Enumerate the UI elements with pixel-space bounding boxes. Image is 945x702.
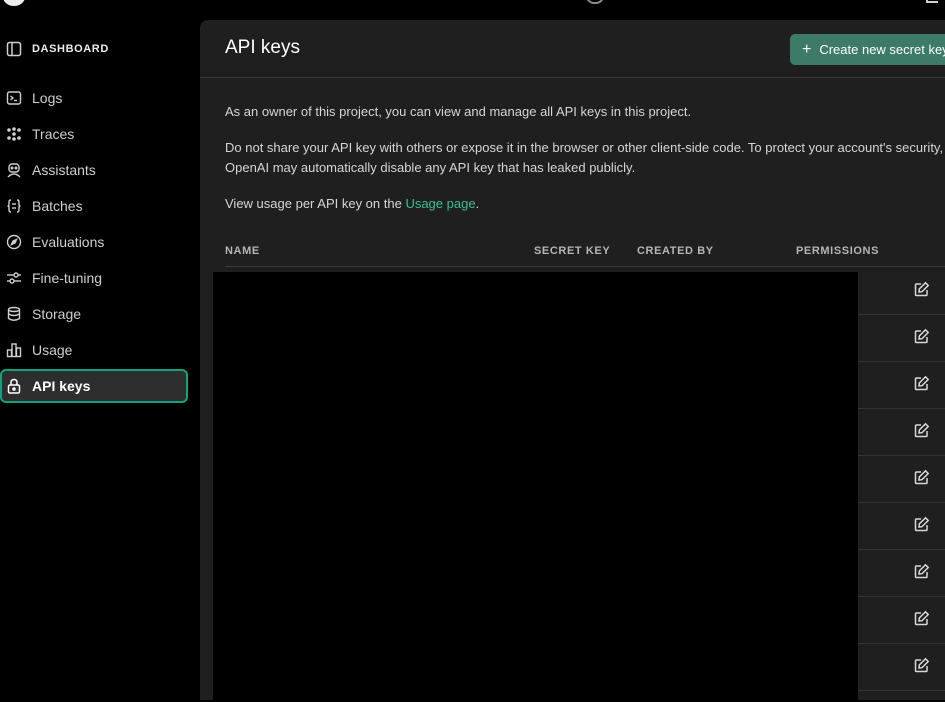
table-row-divider xyxy=(858,502,945,503)
table-row-divider xyxy=(858,408,945,409)
edit-key-button[interactable] xyxy=(912,655,932,675)
robot-icon xyxy=(6,162,22,178)
table-row-divider xyxy=(858,690,945,691)
edit-icon xyxy=(914,610,930,626)
create-button-label: Create new secret key xyxy=(819,42,945,57)
usage-page-link[interactable]: Usage page xyxy=(405,196,475,211)
sidebar-item-evaluations[interactable]: Evaluations xyxy=(0,225,188,259)
column-header-secret-key[interactable]: SECRET KEY xyxy=(534,245,610,257)
edit-icon xyxy=(914,328,930,344)
plus-icon: + xyxy=(802,40,812,58)
sidebar-panel-icon[interactable] xyxy=(6,41,22,57)
sidebar-item-storage[interactable]: Storage xyxy=(0,297,188,331)
usage-suffix: . xyxy=(475,196,480,211)
table-row-divider xyxy=(858,314,945,315)
table-row-divider xyxy=(858,455,945,456)
column-header-created-by[interactable]: CREATED BY xyxy=(637,245,714,257)
sidebar-item-fine-tuning[interactable]: Fine-tuning xyxy=(0,261,188,295)
edit-key-button[interactable] xyxy=(912,279,932,299)
bar-chart-icon xyxy=(6,342,22,358)
edit-key-button[interactable] xyxy=(912,561,932,581)
edit-icon xyxy=(914,563,930,579)
main-panel: API keys + Create new secret key As an o… xyxy=(200,20,945,702)
column-header-permissions[interactable]: PERMISSIONS xyxy=(796,245,879,257)
redacted-area xyxy=(213,272,858,702)
edit-icon xyxy=(914,657,930,673)
edit-key-button[interactable] xyxy=(912,608,932,628)
sliders-icon xyxy=(6,270,22,286)
edit-icon xyxy=(914,422,930,438)
sidebar-item-logs[interactable]: Logs xyxy=(0,81,188,115)
column-header-name[interactable]: NAME xyxy=(225,245,260,257)
create-secret-key-button[interactable]: + Create new secret key xyxy=(790,34,945,65)
edit-icon xyxy=(914,375,930,391)
dashboard-header[interactable]: DASHBOARD xyxy=(6,40,109,58)
security-warning-text: Do not share your API key with others or… xyxy=(225,140,944,175)
traces-icon xyxy=(6,126,22,142)
sidebar-item-label: Logs xyxy=(32,90,63,106)
edit-key-button[interactable] xyxy=(912,420,932,440)
sidebar-item-label: Usage xyxy=(32,342,73,358)
edit-icon xyxy=(914,516,930,532)
sidebar-item-label: Traces xyxy=(32,126,75,142)
owner-info-text: As an owner of this project, you can vie… xyxy=(225,104,692,119)
table-row-divider xyxy=(858,596,945,597)
usage-info-text: View usage per API key on the Usage page… xyxy=(225,194,479,214)
dashboard-label: DASHBOARD xyxy=(32,43,109,55)
braces-icon xyxy=(6,198,22,214)
project-selector-icon[interactable] xyxy=(586,0,604,4)
sidebar-item-api-keys[interactable]: API keys xyxy=(0,369,188,403)
edit-icon xyxy=(914,281,930,297)
chevron-icon[interactable] xyxy=(926,0,938,3)
sidebar-item-label: Evaluations xyxy=(32,234,105,250)
page-title: API keys xyxy=(225,37,300,58)
panel-header: API keys + Create new secret key xyxy=(200,20,945,78)
sidebar-item-label: Storage xyxy=(32,306,82,322)
sidebar-item-batches[interactable]: Batches xyxy=(0,189,188,223)
edit-key-button[interactable] xyxy=(912,326,932,346)
sidebar: DASHBOARD Logs Traces Assistants Batches… xyxy=(0,0,200,685)
edit-icon xyxy=(914,469,930,485)
sidebar-item-traces[interactable]: Traces xyxy=(0,117,188,151)
compass-icon xyxy=(6,234,22,250)
table-row-divider xyxy=(858,643,945,644)
edit-key-button[interactable] xyxy=(912,373,932,393)
table-header-divider xyxy=(225,266,945,267)
edit-key-button[interactable] xyxy=(912,514,932,534)
table-row-divider xyxy=(858,549,945,550)
terminal-icon xyxy=(6,90,22,106)
table-row-divider xyxy=(858,361,945,362)
sidebar-item-label: API keys xyxy=(32,378,91,394)
database-icon xyxy=(6,306,22,322)
sidebar-item-label: Assistants xyxy=(32,162,96,178)
sidebar-item-label: Batches xyxy=(32,198,83,214)
sidebar-item-label: Fine-tuning xyxy=(32,270,103,286)
usage-prefix: View usage per API key on the xyxy=(225,196,406,211)
lock-icon xyxy=(6,378,22,394)
sidebar-item-usage[interactable]: Usage xyxy=(0,333,188,367)
edit-key-button[interactable] xyxy=(912,467,932,487)
sidebar-item-assistants[interactable]: Assistants xyxy=(0,153,188,187)
